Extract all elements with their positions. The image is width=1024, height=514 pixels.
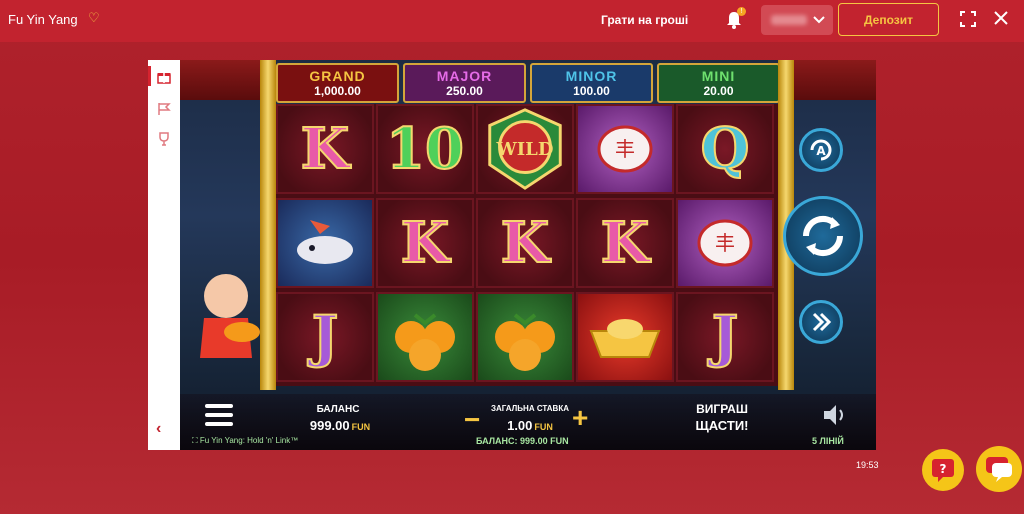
chat-icon: [986, 457, 1012, 482]
expand-icon[interactable]: ⛶: [192, 436, 198, 445]
help-icon: ?: [932, 459, 954, 482]
symbol-letter: K: [400, 209, 451, 277]
lantern-icon: 丰: [697, 219, 753, 267]
reel-symbol-wild: WILD: [476, 104, 574, 194]
jackpot-value: 100.00: [573, 84, 610, 98]
oranges-icon: [495, 313, 555, 371]
win-label: ВИГРАШ: [696, 402, 748, 416]
jackpot-value: 20.00: [703, 84, 734, 98]
spin-button[interactable]: [783, 196, 863, 276]
side-panel: ‹: [148, 60, 180, 450]
notification-badge: !: [737, 7, 746, 16]
symbol-letter: K: [600, 209, 651, 277]
jackpot-name: GRAND: [309, 68, 366, 84]
child-character-icon: [200, 274, 260, 358]
bet-decrease-button[interactable]: −: [464, 404, 480, 436]
svg-text:丰: 丰: [615, 137, 635, 161]
symbol-letter: 10: [385, 115, 465, 183]
jackpot-mini: MINI 20.00: [657, 63, 780, 103]
fast-forward-icon: [812, 312, 832, 332]
reel-symbol-koi: [276, 198, 374, 288]
jackpot-name: MINOR: [565, 68, 618, 84]
total-bet-value: 1.00 FUN: [507, 418, 553, 433]
collapse-panel-button[interactable]: ‹: [156, 420, 161, 438]
symbol-letter: J: [711, 303, 739, 371]
top-bar: Fu Yin Yang ♡ Грати на гроші ! Депозит: [0, 0, 1024, 42]
deposit-button[interactable]: Депозит: [838, 3, 939, 36]
chat-button[interactable]: [976, 446, 1022, 492]
symbol-letter: J: [311, 303, 339, 371]
game-subtitle: ⛶ Fu Yin Yang: Hold 'n' Link™: [192, 436, 299, 445]
balance-value: 999.00 FUN: [309, 418, 371, 433]
autoplay-button[interactable]: A: [799, 128, 843, 172]
clock: 19:53: [856, 460, 879, 470]
symbol-letter: K: [500, 209, 551, 277]
hamburger-icon: [205, 404, 233, 408]
oranges-icon: [395, 313, 455, 371]
reel-symbol-oranges: [476, 292, 574, 382]
flag-icon[interactable]: [157, 102, 171, 116]
reels-grid: K 10 WILD 丰 Q K K K 丰 J J: [276, 104, 778, 386]
account-dropdown[interactable]: [761, 5, 833, 35]
trophy-icon[interactable]: [157, 132, 171, 146]
autoplay-icon: A: [810, 139, 832, 161]
account-balance-blurred: [771, 15, 807, 25]
koi-fish-icon: [297, 220, 353, 264]
jackpot-major: MAJOR 250.00: [403, 63, 526, 103]
menu-button[interactable]: [205, 404, 233, 430]
game-title: Fu Yin Yang: [8, 12, 78, 27]
reel-symbol-k: K: [376, 198, 474, 288]
jackpot-value: 250.00: [446, 84, 483, 98]
reel-symbol-k: K: [576, 198, 674, 288]
reel-symbol-lantern: 丰: [676, 198, 774, 288]
sub-balance: БАЛАНС: 999.00 FUN: [476, 436, 569, 446]
turbo-button[interactable]: [799, 300, 843, 344]
reel-symbol-lantern: 丰: [576, 104, 674, 194]
svg-text:丰: 丰: [715, 231, 735, 255]
symbol-letter: K: [300, 115, 351, 183]
game-canvas[interactable]: GRAND 1,000.00 MAJOR 250.00 MINOR 100.00…: [180, 60, 876, 450]
reel-symbol-k: K: [476, 198, 574, 288]
svg-text:A: A: [816, 144, 826, 158]
fullscreen-icon[interactable]: [960, 11, 976, 27]
wild-label: WILD: [496, 138, 554, 160]
currency-label: FUN: [351, 422, 371, 432]
controls-bar: БАЛАНС 999.00 FUN − ЗАГАЛЬНА СТАВКА 1.00 F…: [180, 394, 876, 450]
reel-symbol-j: J: [676, 292, 774, 382]
favorite-heart-icon[interactable]: ♡: [88, 11, 102, 25]
svg-text:?: ?: [940, 462, 947, 476]
reel-symbol-oranges: [376, 292, 474, 382]
close-icon[interactable]: [993, 10, 1009, 26]
jackpot-grand: GRAND 1,000.00: [276, 63, 399, 103]
balance-label: БАЛАНС: [316, 404, 360, 415]
sound-icon[interactable]: [820, 402, 850, 428]
lines-count: 5 ЛІНІЙ: [812, 436, 844, 446]
active-indicator: [148, 66, 151, 86]
play-real-money-link[interactable]: Грати на гроші: [601, 13, 688, 27]
spin-icon: [802, 215, 844, 257]
jackpot-minor: MINOR 100.00: [530, 63, 653, 103]
lantern-icon: 丰: [597, 125, 653, 173]
jackpot-value: 1,000.00: [314, 84, 361, 98]
reel-symbol-j: J: [276, 292, 374, 382]
chevron-down-icon: [813, 16, 825, 24]
jackpot-name: MINI: [701, 68, 736, 84]
reel-symbol-gold-ingot: [576, 292, 674, 382]
gift-icon[interactable]: [157, 70, 171, 84]
symbol-letter: Q: [700, 115, 751, 183]
help-button[interactable]: ?: [922, 449, 964, 491]
jackpot-bar: GRAND 1,000.00 MAJOR 250.00 MINOR 100.00…: [276, 63, 780, 103]
jackpot-name: MAJOR: [436, 68, 493, 84]
total-bet-label: ЗАГАЛЬНА СТАВКА: [490, 404, 569, 413]
reel-symbol-q: Q: [676, 104, 774, 194]
win-value: ЩАСТИ!: [695, 418, 749, 433]
reel-symbol-k: K: [276, 104, 374, 194]
gold-ingot-icon: [589, 319, 661, 358]
currency-label: FUN: [534, 422, 553, 432]
reel-symbol-10: 10: [376, 104, 474, 194]
bet-increase-button[interactable]: +: [572, 402, 588, 434]
